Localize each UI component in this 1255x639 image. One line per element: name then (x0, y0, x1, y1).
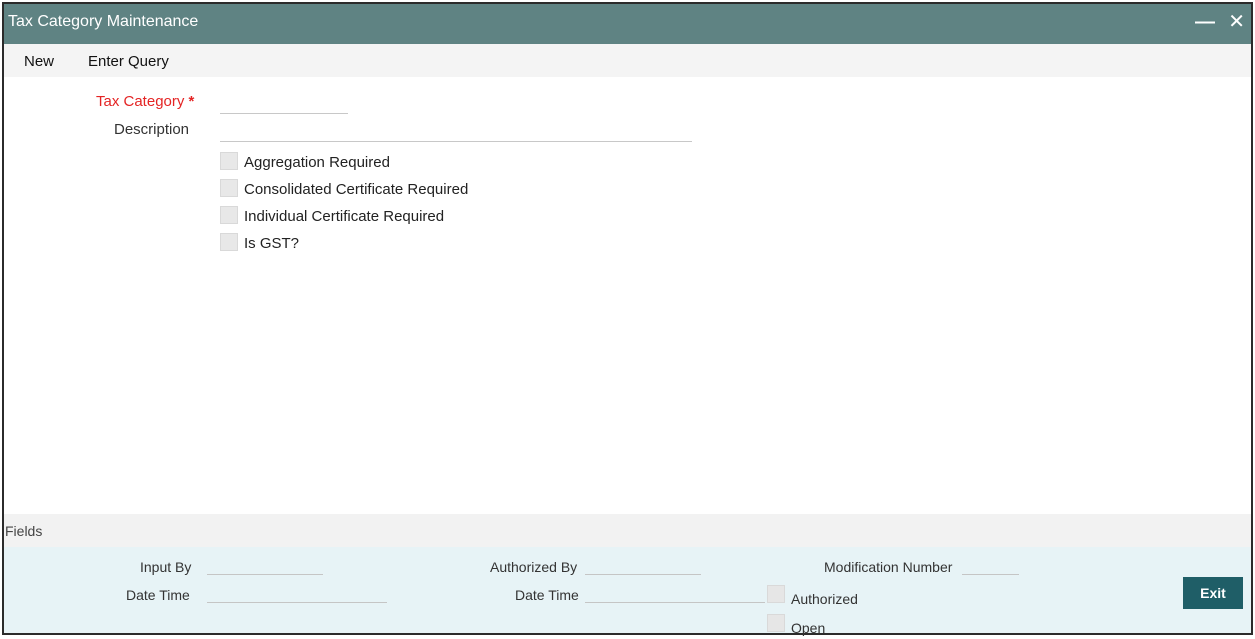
authorized-by-label: Authorized By (490, 559, 578, 575)
open-label: Open (791, 620, 826, 636)
authorized-checkbox[interactable] (767, 585, 785, 603)
fields-bar: Fields (4, 514, 1251, 547)
menu-enter-query[interactable]: Enter Query (88, 53, 169, 70)
window-title: Tax Category Maintenance (8, 13, 199, 30)
tax-category-label: Tax Category * (96, 93, 194, 110)
minimize-icon[interactable]: — (1195, 9, 1215, 35)
consolidated-certificate-checkbox[interactable] (220, 179, 238, 197)
exit-button[interactable]: Exit (1183, 577, 1243, 609)
audit-footer: Input By Date Time Authorized By Date Ti… (4, 547, 1251, 636)
close-icon[interactable]: ✕ (1228, 9, 1245, 35)
fields-link[interactable]: Fields (5, 523, 42, 539)
modification-number-value (962, 574, 1019, 575)
authorized-label: Authorized (791, 591, 858, 607)
is-gst-checkbox[interactable] (220, 233, 238, 251)
is-gst-label: Is GST? (244, 235, 300, 252)
date-time-2-value (585, 602, 765, 603)
tax-category-window: Tax Category Maintenance — ✕ New Enter Q… (2, 2, 1253, 636)
aggregation-required-label: Aggregation Required (244, 154, 390, 171)
individual-certificate-label: Individual Certificate Required (244, 208, 445, 225)
description-input[interactable] (220, 121, 692, 142)
input-by-value (207, 574, 323, 575)
required-marker: * (188, 93, 195, 110)
modification-number-label: Modification Number (824, 559, 953, 575)
tax-category-label-text: Tax Category (96, 93, 185, 110)
date-time-label: Date Time (126, 587, 190, 603)
date-time-value (207, 602, 387, 603)
input-by-label: Input By (140, 559, 192, 575)
aggregation-required-checkbox[interactable] (220, 152, 238, 170)
date-time-2-label: Date Time (515, 587, 579, 603)
individual-certificate-checkbox[interactable] (220, 206, 238, 224)
tax-category-input[interactable] (220, 93, 348, 114)
authorized-by-value (585, 574, 701, 575)
open-checkbox[interactable] (767, 614, 785, 632)
consolidated-certificate-label: Consolidated Certificate Required (244, 181, 469, 198)
menu-new[interactable]: New (24, 53, 54, 70)
menu-bar: New Enter Query (4, 44, 1251, 77)
title-bar: Tax Category Maintenance — ✕ (4, 4, 1251, 44)
description-label: Description (114, 121, 190, 138)
